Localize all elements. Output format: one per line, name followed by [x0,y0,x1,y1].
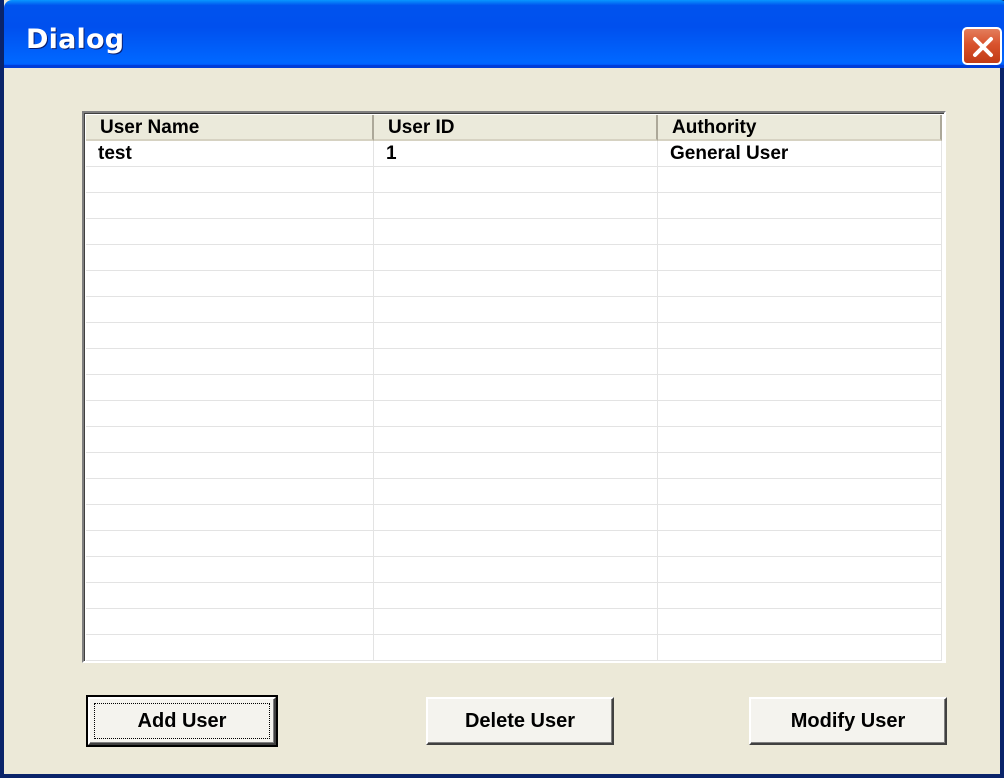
cell-user-name [86,297,374,323]
column-header-user-name[interactable]: User Name [86,115,374,141]
cell-authority [658,583,942,609]
list-row[interactable] [86,635,942,661]
cell-user-name [86,271,374,297]
list-row[interactable] [86,271,942,297]
column-header-user-id[interactable]: User ID [374,115,658,141]
cell-authority [658,271,942,297]
cell-user-id [374,505,658,531]
cell-authority [658,557,942,583]
cell-authority [658,453,942,479]
cell-authority [658,505,942,531]
cell-user-name [86,635,374,661]
cell-authority [658,479,942,505]
delete-user-button[interactable]: Delete User [426,697,614,745]
list-row[interactable] [86,375,942,401]
cell-user-id: 1 [374,141,658,167]
cell-authority [658,375,942,401]
cell-user-id [374,167,658,193]
dialog-window: Dialog User Name User ID Authority test 1… [0,0,1004,778]
cell-authority [658,427,942,453]
modify-user-button[interactable]: Modify User [749,697,947,745]
cell-authority [658,401,942,427]
list-row[interactable] [86,609,942,635]
cell-user-name [86,453,374,479]
cell-authority [658,609,942,635]
cell-user-name [86,323,374,349]
cell-user-name [86,557,374,583]
cell-user-name [86,245,374,271]
close-button[interactable] [962,27,1002,65]
cell-user-name [86,505,374,531]
list-row[interactable] [86,427,942,453]
cell-user-id [374,349,658,375]
cell-user-id [374,297,658,323]
modify-user-label: Modify User [790,710,906,732]
delete-user-label: Delete User [464,710,576,732]
cell-user-id [374,271,658,297]
cell-authority [658,349,942,375]
window-title: Dialog [26,24,125,55]
cell-authority [658,167,942,193]
cell-user-id [374,609,658,635]
list-row[interactable] [86,193,942,219]
cell-user-id [374,219,658,245]
list-body: test 1 General User [86,141,942,661]
add-user-label: Add User [137,710,227,732]
cell-user-id [374,531,658,557]
list-row[interactable] [86,349,942,375]
close-icon [973,37,993,57]
cell-user-name [86,609,374,635]
cell-user-id [374,635,658,661]
cell-user-id [374,245,658,271]
list-row[interactable]: test 1 General User [86,141,942,167]
cell-authority [658,323,942,349]
list-header: User Name User ID Authority [86,115,942,141]
add-user-button[interactable]: Add User [86,695,278,747]
cell-user-id [374,583,658,609]
cell-user-name [86,349,374,375]
list-row[interactable] [86,583,942,609]
title-bar[interactable]: Dialog [4,0,1004,68]
user-list[interactable]: User Name User ID Authority test 1 General… [82,111,946,663]
cell-user-id [374,453,658,479]
cell-user-name [86,427,374,453]
cell-authority [658,297,942,323]
cell-authority [658,219,942,245]
list-row[interactable] [86,531,942,557]
cell-authority [658,245,942,271]
cell-user-name [86,583,374,609]
cell-user-id [374,557,658,583]
cell-authority: General User [658,141,942,167]
cell-user-id [374,401,658,427]
cell-authority [658,193,942,219]
list-row[interactable] [86,401,942,427]
list-row[interactable] [86,297,942,323]
list-row[interactable] [86,219,942,245]
cell-user-name [86,531,374,557]
list-row[interactable] [86,453,942,479]
cell-user-id [374,193,658,219]
cell-authority [658,635,942,661]
list-row[interactable] [86,245,942,271]
column-header-authority[interactable]: Authority [658,115,942,141]
cell-user-name [86,479,374,505]
cell-user-id [374,479,658,505]
cell-user-name [86,193,374,219]
cell-user-id [374,375,658,401]
list-row[interactable] [86,505,942,531]
list-row[interactable] [86,323,942,349]
cell-user-name: test [86,141,374,167]
cell-user-id [374,427,658,453]
list-row[interactable] [86,557,942,583]
list-row[interactable] [86,479,942,505]
cell-user-name [86,167,374,193]
cell-user-name [86,401,374,427]
cell-user-name [86,219,374,245]
cell-user-name [86,375,374,401]
cell-user-id [374,323,658,349]
list-row[interactable] [86,167,942,193]
cell-authority [658,531,942,557]
